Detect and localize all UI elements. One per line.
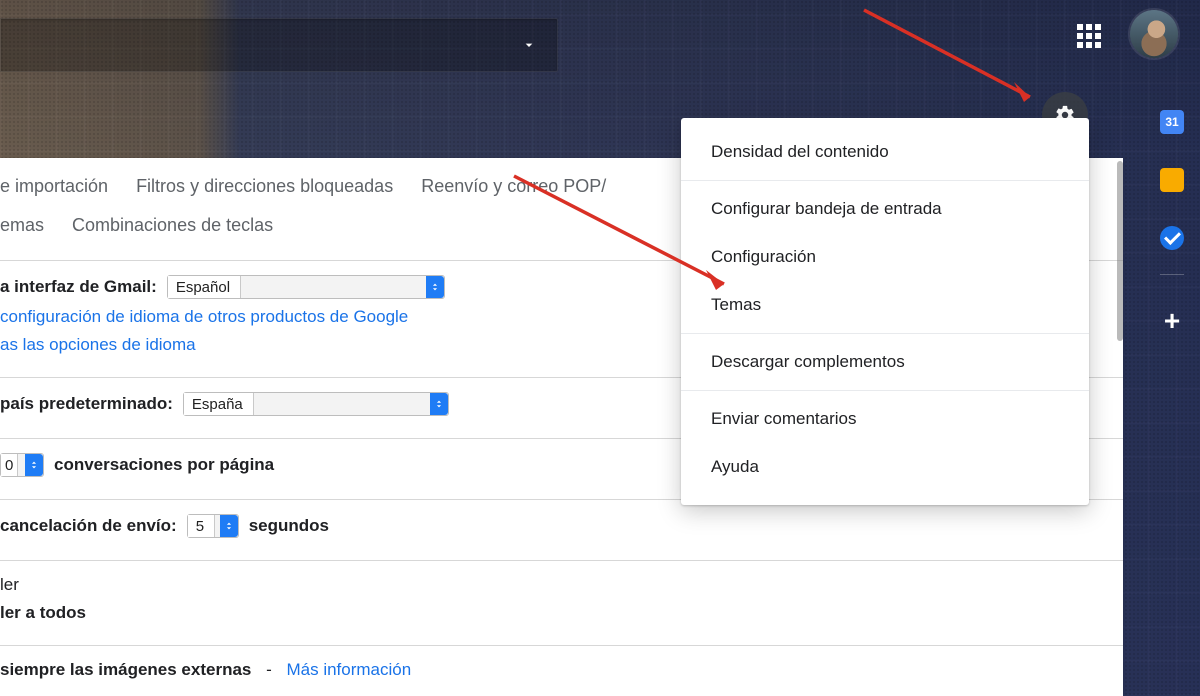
select-undo-seconds-value: 5 xyxy=(188,515,215,537)
side-panel: 31 + xyxy=(1144,80,1200,333)
google-apps-icon[interactable] xyxy=(1077,24,1101,48)
rail-divider xyxy=(1160,274,1184,275)
tab-forwarding-pop[interactable]: Reenvío y correo POP/ xyxy=(421,176,606,197)
tasks-app-icon[interactable] xyxy=(1160,226,1184,250)
label-seconds: segundos xyxy=(249,516,329,536)
menu-item-themes[interactable]: Temas xyxy=(681,281,1089,329)
menu-item-configure-inbox[interactable]: Configurar bandeja de entrada xyxy=(681,185,1089,233)
section-undo-send: cancelación de envío: 5 segundos xyxy=(0,500,1123,552)
keep-app-icon[interactable] xyxy=(1160,168,1184,192)
link-other-products-language[interactable]: configuración de idioma de otros product… xyxy=(0,307,408,327)
search-options-caret-icon[interactable] xyxy=(521,37,537,53)
menu-divider xyxy=(681,180,1089,181)
scrollbar[interactable] xyxy=(1117,161,1123,341)
menu-item-send-feedback[interactable]: Enviar comentarios xyxy=(681,395,1089,443)
menu-divider xyxy=(681,333,1089,334)
chevron-updown-icon xyxy=(220,515,238,537)
select-country-value: España xyxy=(184,393,254,415)
get-addons-plus-icon[interactable]: + xyxy=(1160,309,1184,333)
menu-item-density[interactable]: Densidad del contenido xyxy=(681,128,1089,176)
select-page-size-value: 0 xyxy=(1,454,18,476)
label-default-country: país predeterminado: xyxy=(0,394,173,414)
settings-dropdown-menu: Densidad del contenido Configurar bandej… xyxy=(681,118,1089,505)
option-reply-all[interactable]: ler a todos xyxy=(0,603,86,623)
search-bar[interactable] xyxy=(0,18,558,72)
label-gmail-language: a interfaz de Gmail: xyxy=(0,277,157,297)
menu-item-get-addons[interactable]: Descargar complementos xyxy=(681,338,1089,386)
chevron-updown-icon xyxy=(426,276,444,298)
menu-divider xyxy=(681,390,1089,391)
tab-filters-blocked[interactable]: Filtros y direcciones bloqueadas xyxy=(136,176,393,197)
label-external-images: siempre las imágenes externas xyxy=(0,660,251,680)
select-undo-seconds[interactable]: 5 xyxy=(187,514,239,538)
label-undo-send: cancelación de envío: xyxy=(0,516,177,536)
tab-accounts-import[interactable]: e importación xyxy=(0,176,108,197)
select-page-size[interactable]: 0 xyxy=(0,453,44,477)
menu-item-help[interactable]: Ayuda xyxy=(681,443,1089,491)
select-language-value: Español xyxy=(168,276,241,298)
menu-item-settings[interactable]: Configuración xyxy=(681,233,1089,281)
select-country[interactable]: España xyxy=(183,392,449,416)
link-learn-more[interactable]: Más información xyxy=(286,660,411,680)
chevron-updown-icon xyxy=(25,454,43,476)
tab-keyboard-shortcuts[interactable]: Combinaciones de teclas xyxy=(72,215,273,236)
tab-themes[interactable]: emas xyxy=(0,215,44,236)
calendar-app-icon[interactable]: 31 xyxy=(1160,110,1184,134)
account-avatar[interactable] xyxy=(1130,10,1178,58)
section-external-images: siempre las imágenes externas - Más info… xyxy=(0,646,1123,694)
link-all-language-options[interactable]: as las opciones de idioma xyxy=(0,335,196,355)
select-language[interactable]: Español xyxy=(167,275,445,299)
chevron-updown-icon xyxy=(430,393,448,415)
label-conversations-per-page: conversaciones por página xyxy=(54,455,274,475)
section-default-reply: ler ler a todos xyxy=(0,561,1123,637)
option-reply[interactable]: ler xyxy=(0,575,19,595)
